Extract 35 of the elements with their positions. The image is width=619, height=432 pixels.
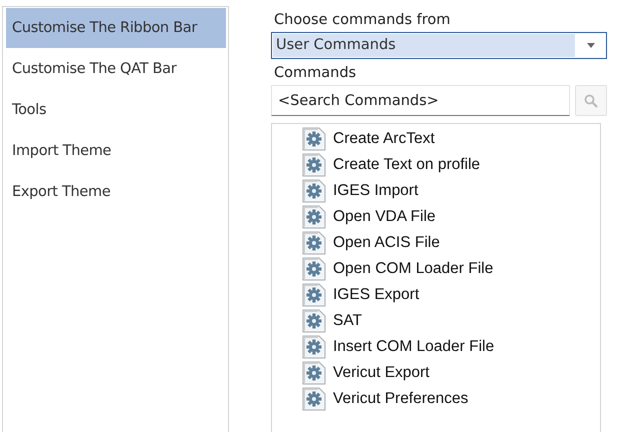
caret-icon (587, 43, 595, 48)
sidebar-item[interactable]: Tools (6, 90, 226, 130)
command-item[interactable]: Open VDA File (333, 208, 436, 226)
sidebar-item[interactable]: Export Theme (6, 172, 226, 212)
gear-icon (302, 127, 326, 151)
sidebar-item[interactable]: Customise The QAT Bar (6, 49, 226, 89)
command-item[interactable]: Vericut Preferences (333, 390, 468, 408)
gear-icon (302, 387, 326, 411)
dropdown-value: User Commands (273, 34, 575, 57)
command-item[interactable]: Insert COM Loader File (333, 338, 494, 356)
command-item[interactable]: Create ArcText (333, 130, 435, 148)
choose-label: Choose commands from (273, 11, 452, 30)
sidebar-item[interactable]: Import Theme (6, 131, 226, 171)
gear-icon (302, 153, 326, 177)
search-icon (584, 94, 598, 108)
command-item[interactable]: IGES Import (333, 182, 418, 200)
commands-dropdown[interactable]: User Commands (271, 32, 607, 59)
gear-icon (302, 205, 326, 229)
command-item[interactable]: SAT (333, 312, 362, 330)
command-item[interactable]: IGES Export (333, 286, 420, 304)
gear-icon (302, 335, 326, 359)
gear-icon (302, 179, 326, 203)
sidebar-item[interactable]: Customise The Ribbon Bar (6, 8, 226, 48)
search-field[interactable]: <Search Commands> (271, 85, 570, 116)
gear-icon (302, 309, 326, 333)
gear-icon (302, 231, 326, 255)
gear-icon (302, 361, 326, 385)
command-item[interactable]: Open COM Loader File (333, 260, 494, 278)
command-item[interactable]: Vericut Export (333, 364, 430, 382)
search-button[interactable] (575, 85, 607, 116)
commands-label: Commands (273, 64, 358, 83)
command-item[interactable]: Create Text on profile (333, 156, 480, 174)
command-item[interactable]: Open ACIS File (333, 234, 440, 252)
gear-icon (302, 257, 326, 281)
gear-icon (302, 283, 326, 307)
